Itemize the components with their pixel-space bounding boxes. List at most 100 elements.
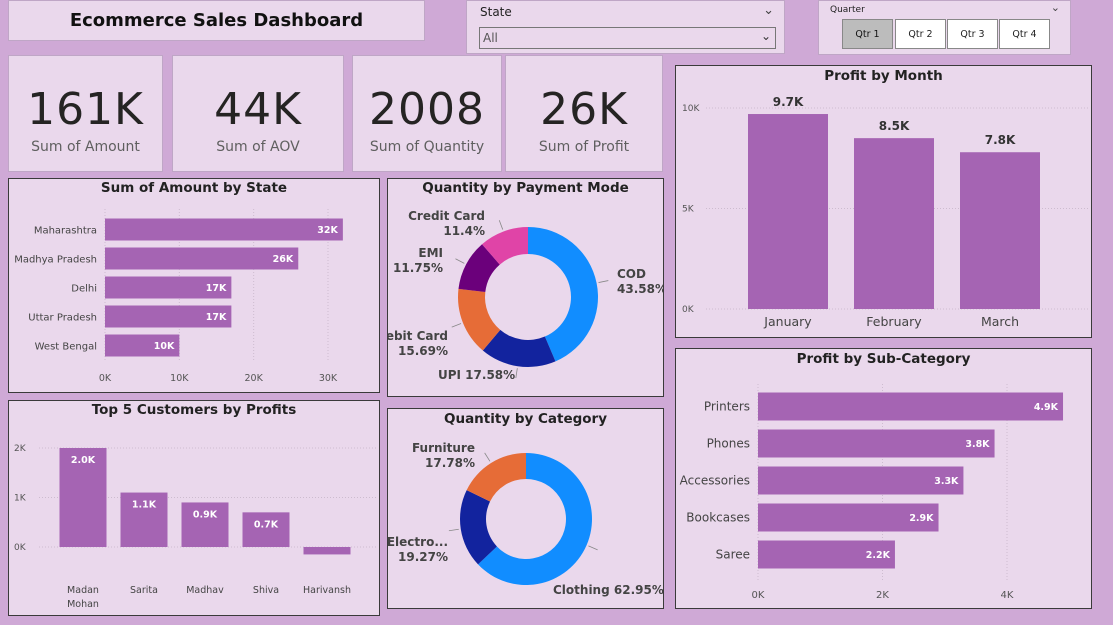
data-label: 10K — [154, 341, 175, 352]
kpi-label: Sum of Amount — [31, 139, 140, 155]
y-tick-label: 5K — [682, 205, 695, 215]
quarter-button-q3[interactable]: Qtr 3 — [947, 19, 998, 49]
x-tick-label: 20K — [245, 373, 264, 384]
leader-line — [448, 528, 459, 532]
leader-line — [451, 323, 462, 328]
x-tick-label: 2K — [876, 590, 889, 601]
quarter-button-q4[interactable]: Qtr 4 — [999, 19, 1050, 49]
category-label: Madan — [67, 585, 99, 596]
bar — [854, 138, 934, 309]
slice-label: 11.75% — [393, 261, 443, 275]
category-label: Harivansh — [303, 585, 351, 596]
category-label: West Bengal — [35, 342, 97, 353]
data-label: 17K — [206, 283, 227, 294]
slice-label: 17.78% — [425, 456, 475, 470]
category-label: Mohan — [67, 599, 99, 610]
slice-label: UPI 17.58% — [438, 368, 515, 382]
y-tick-label: 10K — [682, 104, 700, 114]
y-tick-label: 1K — [14, 494, 27, 504]
chevron-down-icon[interactable]: ⌄ — [1051, 1, 1060, 14]
donut-slice — [466, 453, 526, 502]
category-label: Maharashtra — [34, 226, 97, 237]
leader-line — [598, 280, 609, 283]
category-label: Madhya Pradesh — [14, 255, 97, 266]
slice-label: Credit Card — [408, 209, 485, 223]
chevron-down-icon[interactable]: ⌄ — [763, 3, 774, 18]
leader-line — [515, 368, 518, 379]
category-plot: Clothing 62.95% Electro...19.27% Furniture… — [388, 441, 663, 597]
x-tick-label: 10K — [170, 373, 189, 384]
kpi-value: 161K — [27, 84, 144, 135]
kpi-label: Sum of Quantity — [369, 139, 485, 155]
slice-label: 19.27% — [398, 550, 448, 564]
state-slicer[interactable]: State ⌄ All ⌄ — [466, 0, 785, 54]
category-label: February — [866, 314, 922, 329]
data-label: 0.7K — [254, 519, 279, 530]
dashboard-title-card: Ecommerce Sales Dashboard — [8, 0, 425, 41]
profit-by-subcategory-plot: 0K 2K 4K Printers 4.9K Phones 3.8K Accessories 3… — [680, 384, 1064, 601]
kpi-card-quantity: 2008 Sum of Quantity — [352, 55, 502, 172]
slice-label: 11.4% — [443, 224, 485, 238]
state-dropdown-value: All — [483, 31, 498, 45]
profit-by-subcategory-chart[interactable]: Profit by Sub-Category 0K 2K 4K Printers 4.9… — [675, 348, 1092, 609]
payment-mode-plot: COD43.58% UPI 17.58% Debit Card15.69% EMI11… — [388, 209, 663, 382]
data-label: 0.9K — [193, 509, 218, 520]
leader-line — [455, 258, 465, 264]
category-label: Sarita — [130, 585, 158, 596]
category-label: Delhi — [71, 284, 97, 295]
kpi-card-amount: 161K Sum of Amount — [8, 55, 163, 172]
quarter-slicer[interactable]: Quarter ⌄ Qtr 1 Qtr 2 Qtr 3 Qtr 4 — [818, 0, 1071, 55]
chevron-down-icon[interactable]: ⌄ — [761, 29, 771, 43]
slice-label: 43.58% — [617, 282, 663, 296]
leader-line — [588, 545, 598, 551]
x-tick-label: 30K — [319, 373, 338, 384]
category-label: March — [981, 314, 1019, 329]
data-label: 2.0K — [71, 455, 96, 466]
kpi-label: Sum of Profit — [538, 139, 630, 155]
data-label: 8.5K — [879, 119, 910, 133]
bar — [758, 466, 964, 495]
slice-label: Debit Card — [388, 329, 448, 343]
x-tick-label: 0K — [752, 590, 765, 601]
category-label: Madhav — [186, 585, 224, 596]
slice-label: Electro... — [388, 535, 448, 549]
slice-label: COD — [617, 267, 646, 281]
slice-label: 15.69% — [398, 344, 448, 358]
leader-line — [498, 220, 504, 230]
quarter-button-q1[interactable]: Qtr 1 — [842, 19, 893, 49]
data-label: 1.1K — [132, 500, 157, 511]
payment-mode-chart[interactable]: Quantity by Payment Mode COD 43.58% UPI 17… — [387, 178, 664, 397]
bar — [303, 547, 351, 555]
data-label: 3.8K — [965, 439, 990, 450]
bar — [105, 247, 299, 270]
slice-label: EMI — [418, 246, 443, 260]
data-label: 7.8K — [985, 133, 1016, 147]
y-tick-label: 0K — [14, 543, 27, 553]
category-chart[interactable]: Quantity by Category Clothing 62.95% Elec… — [387, 408, 664, 609]
quarter-button-q2[interactable]: Qtr 2 — [895, 19, 946, 49]
data-label: 2.9K — [909, 513, 934, 524]
category-label: Saree — [716, 548, 750, 562]
state-slicer-label: State — [480, 5, 512, 19]
x-tick-label: 0K — [99, 373, 112, 384]
data-label: 3.3K — [934, 476, 959, 487]
state-dropdown[interactable]: All ⌄ — [479, 27, 776, 49]
category-label: Uttar Pradesh — [28, 313, 97, 324]
kpi-value: 2008 — [369, 84, 485, 135]
dashboard-title: Ecommerce Sales Dashboard — [69, 10, 364, 31]
category-label: Bookcases — [686, 511, 750, 525]
kpi-card-profit: 26K Sum of Profit — [505, 55, 663, 172]
category-label: Printers — [704, 400, 750, 414]
bar — [960, 152, 1040, 309]
top-customers-chart[interactable]: Top 5 Customers by Profits 0K 1K 2K 2.0K Mad… — [8, 400, 380, 616]
profit-by-month-chart[interactable]: Profit by Month 0K 5K 10K 9.7K January 8.5K Fe… — [675, 65, 1092, 338]
slice-label: Furniture — [412, 441, 475, 455]
amount-by-state-plot: 0K 10K 20K 30K Maharashtra 32K Madhya Pradesh 2… — [14, 209, 343, 384]
slice-label: Clothing 62.95% — [553, 583, 663, 597]
kpi-label: Sum of AOV — [216, 139, 300, 155]
kpi-card-aov: 44K Sum of AOV — [172, 55, 344, 172]
data-label: 9.7K — [773, 95, 804, 109]
y-tick-label: 2K — [14, 444, 27, 454]
data-label: 17K — [206, 312, 227, 323]
amount-by-state-chart[interactable]: Sum of Amount by State 0K 10K 20K 30K Mahara… — [8, 178, 380, 393]
